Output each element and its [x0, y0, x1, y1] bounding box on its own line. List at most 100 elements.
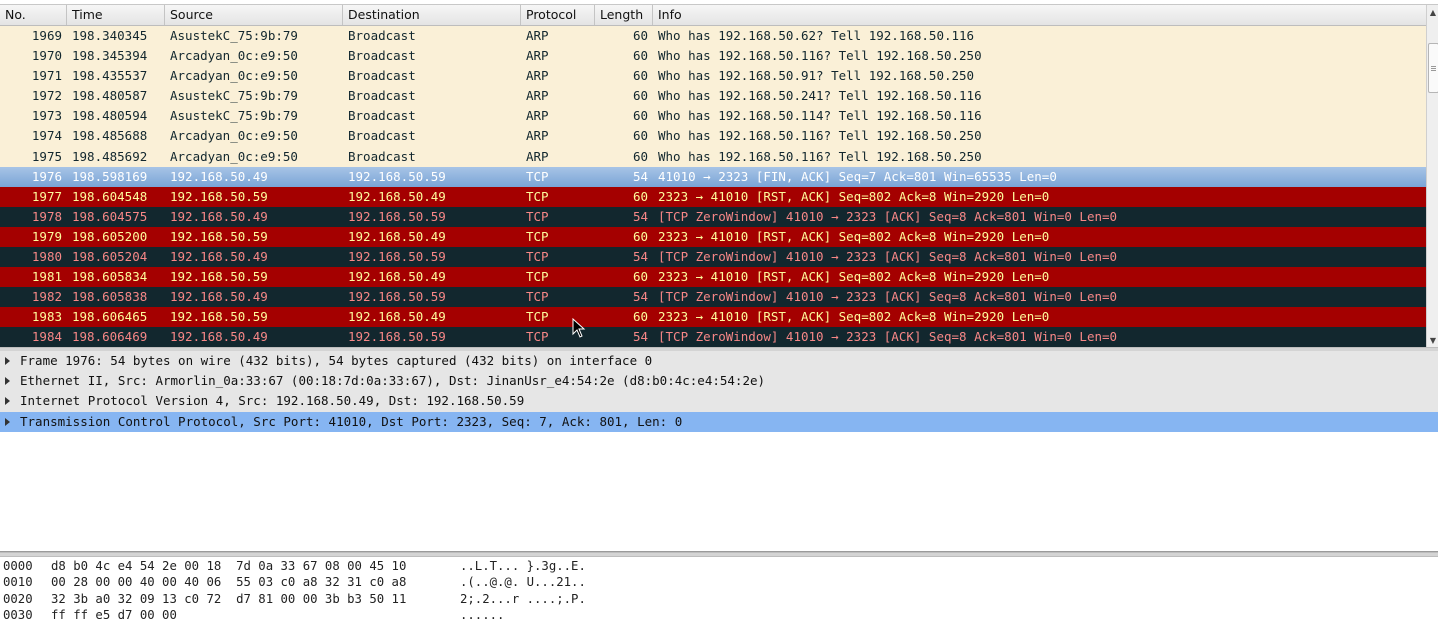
cell-destination: 192.168.50.59 [348, 249, 446, 265]
detail-tree-label: Ethernet II, Src: Armorlin_0a:33:67 (00:… [20, 373, 766, 389]
cell-time: 198.345394 [72, 48, 148, 64]
hex-ascii[interactable]: 2;.2...r ....;.P. [460, 591, 586, 607]
packet-row[interactable]: 1979 198.605200 192.168.50.59 192.168.50.49… [0, 226, 1426, 248]
packet-row[interactable]: 1977 198.604548 192.168.50.59 192.168.50.49… [0, 186, 1426, 207]
cell-source: 192.168.50.59 [170, 309, 268, 325]
cell-time: 198.605838 [72, 289, 148, 305]
cell-info: 2323 → 41010 [RST, ACK] Seq=802 Ack=8 Wi… [658, 309, 1050, 325]
packet-row[interactable]: 1971 198.435537 Arcadyan_0c:e9:50 Broadcast… [0, 66, 1426, 87]
cell-destination: Broadcast [348, 148, 416, 164]
packet-list-pane[interactable]: No. Time Source Destination Protocol Len… [0, 4, 1438, 349]
column-header-source[interactable]: Source [165, 5, 343, 25]
cell-length: 60 [632, 148, 648, 164]
detail-tree-item[interactable]: Ethernet II, Src: Armorlin_0a:33:67 (00:… [0, 371, 1438, 392]
cell-length: 60 [632, 88, 648, 104]
cell-length: 54 [632, 208, 648, 224]
detail-tree-item[interactable]: Transmission Control Protocol, Src Port:… [0, 411, 1438, 432]
packet-bytes-pane[interactable]: 0000 d8 b0 4c e4 54 2e 00 18 7d 0a 33 67 … [0, 556, 1438, 635]
hex-offset[interactable]: 0030 [3, 607, 33, 623]
cell-source: 192.168.50.59 [170, 188, 268, 204]
cell-destination: Broadcast [348, 48, 416, 64]
detail-tree-item[interactable]: Internet Protocol Version 4, Src: 192.16… [0, 391, 1438, 412]
cell-length: 60 [632, 228, 648, 244]
cell-protocol: TCP [526, 168, 549, 184]
packet-row[interactable]: 1982 198.605838 192.168.50.49 192.168.50.59… [0, 287, 1426, 308]
packet-row[interactable]: 1976 198.598169 192.168.50.49 192.168.50.59… [0, 166, 1426, 187]
arrow-up-icon[interactable]: ▲ [1427, 7, 1438, 19]
packet-row[interactable]: 1980 198.605204 192.168.50.49 192.168.50.59… [0, 247, 1426, 268]
hex-offset[interactable]: 0020 [3, 591, 33, 607]
cell-source: Arcadyan_0c:e9:50 [170, 148, 298, 164]
arrow-down-icon[interactable]: ▼ [1427, 335, 1438, 347]
packet-list-scrollbar[interactable]: ▲ ▼ [1426, 5, 1438, 349]
hex-ascii[interactable]: .(..@.@. U...21.. [460, 574, 586, 590]
triangle-right-icon[interactable] [5, 417, 10, 426]
cell-source: AsustekC_75:9b:79 [170, 108, 298, 124]
cell-destination: 192.168.50.49 [348, 228, 446, 244]
column-header-protocol[interactable]: Protocol [521, 5, 595, 25]
packet-row[interactable]: 1973 198.480594 AsustekC_75:9b:79 Broadcast… [0, 106, 1426, 127]
cell-no: 1983 [31, 309, 62, 325]
detail-tree-label: Internet Protocol Version 4, Src: 192.16… [20, 393, 525, 409]
triangle-right-icon[interactable] [5, 397, 10, 406]
hex-offset[interactable]: 0000 [3, 558, 33, 574]
column-header-info[interactable]: Info [653, 5, 1426, 25]
cell-source: 192.168.50.49 [170, 249, 268, 265]
cell-no: 1974 [31, 128, 62, 144]
triangle-right-icon[interactable] [5, 357, 10, 365]
packet-list-header: No. Time Source Destination Protocol Len… [0, 5, 1426, 26]
packet-row[interactable]: 1984 198.606469 192.168.50.49 192.168.50.59… [0, 327, 1426, 348]
cell-source: 192.168.50.59 [170, 228, 268, 244]
hex-offset[interactable]: 0010 [3, 574, 33, 590]
detail-tree-label: Transmission Control Protocol, Src Port:… [20, 413, 683, 429]
cell-protocol: ARP [526, 48, 549, 64]
cell-source: 192.168.50.49 [170, 168, 268, 184]
packet-row[interactable]: 1978 198.604575 192.168.50.49 192.168.50.59… [0, 206, 1426, 227]
packet-row[interactable]: 1981 198.605834 192.168.50.59 192.168.50.49… [0, 267, 1426, 288]
cell-info: Who has 192.168.50.116? Tell 192.168.50.… [658, 128, 982, 144]
packet-row[interactable]: 1969 198.340345 AsustekC_75:9b:79 Broadcast… [0, 26, 1426, 47]
hex-bytes[interactable]: d8 b0 4c e4 54 2e 00 18 7d 0a 33 67 08 0… [51, 558, 406, 574]
packet-rows: 1969 198.340345 AsustekC_75:9b:79 Broadcast… [0, 26, 1426, 348]
packet-row[interactable]: 1974 198.485688 Arcadyan_0c:e9:50 Broadcast… [0, 126, 1426, 147]
packet-row[interactable]: 1970 198.345394 Arcadyan_0c:e9:50 Broadcast… [0, 46, 1426, 67]
cell-protocol: TCP [526, 208, 549, 224]
cell-time: 198.435537 [72, 68, 148, 84]
cell-time: 198.605834 [72, 269, 148, 285]
column-header-length[interactable]: Length [595, 5, 653, 25]
cell-info: 2323 → 41010 [RST, ACK] Seq=802 Ack=8 Wi… [658, 269, 1050, 285]
cell-length: 60 [632, 68, 648, 84]
cell-info: Who has 192.168.50.116? Tell 192.168.50.… [658, 48, 982, 64]
cell-time: 198.480587 [72, 88, 148, 104]
grip-icon [1431, 66, 1436, 67]
cell-protocol: TCP [526, 228, 549, 244]
detail-tree-label: Frame 1976: 54 bytes on wire (432 bits),… [20, 353, 653, 368]
hex-bytes[interactable]: 32 3b a0 32 09 13 c0 72 d7 81 00 00 3b b… [51, 591, 406, 607]
cell-info: [TCP ZeroWindow] 41010 → 2323 [ACK] Seq=… [658, 208, 1118, 224]
cell-time: 198.604548 [72, 188, 148, 204]
hex-ascii[interactable]: ..L.T... }.3g..E. [460, 558, 586, 574]
cell-protocol: ARP [526, 128, 549, 144]
packet-row[interactable]: 1975 198.485692 Arcadyan_0c:e9:50 Broadcast… [0, 146, 1426, 167]
cell-no: 1982 [31, 289, 62, 305]
cell-destination: 192.168.50.49 [348, 269, 446, 285]
hex-ascii[interactable]: ...... [460, 607, 504, 623]
cell-info: Who has 192.168.50.114? Tell 192.168.50.… [658, 108, 982, 124]
cell-no: 1971 [31, 68, 62, 84]
hex-bytes[interactable]: 00 28 00 00 40 00 40 06 55 03 c0 a8 32 3… [51, 574, 406, 590]
hex-bytes[interactable]: ff ff e5 d7 00 00 [51, 607, 177, 623]
column-header-no[interactable]: No. [0, 5, 67, 25]
column-header-time[interactable]: Time [67, 5, 165, 25]
triangle-right-icon[interactable] [5, 377, 10, 386]
packet-row[interactable]: 1983 198.606465 192.168.50.59 192.168.50.49… [0, 307, 1426, 328]
column-header-destination[interactable]: Destination [343, 5, 521, 25]
cell-source: 192.168.50.49 [170, 208, 268, 224]
cell-no: 1984 [31, 329, 62, 345]
packet-details-pane[interactable]: Frame 1976: 54 bytes on wire (432 bits),… [0, 351, 1438, 552]
scrollbar-thumb[interactable] [1428, 43, 1438, 93]
cell-protocol: ARP [526, 28, 549, 43]
packet-row[interactable]: 1972 198.480587 AsustekC_75:9b:79 Broadcast… [0, 86, 1426, 107]
cell-no: 1981 [31, 269, 62, 285]
detail-tree-item[interactable]: Frame 1976: 54 bytes on wire (432 bits),… [0, 351, 1438, 372]
cell-source: 192.168.50.49 [170, 329, 268, 345]
